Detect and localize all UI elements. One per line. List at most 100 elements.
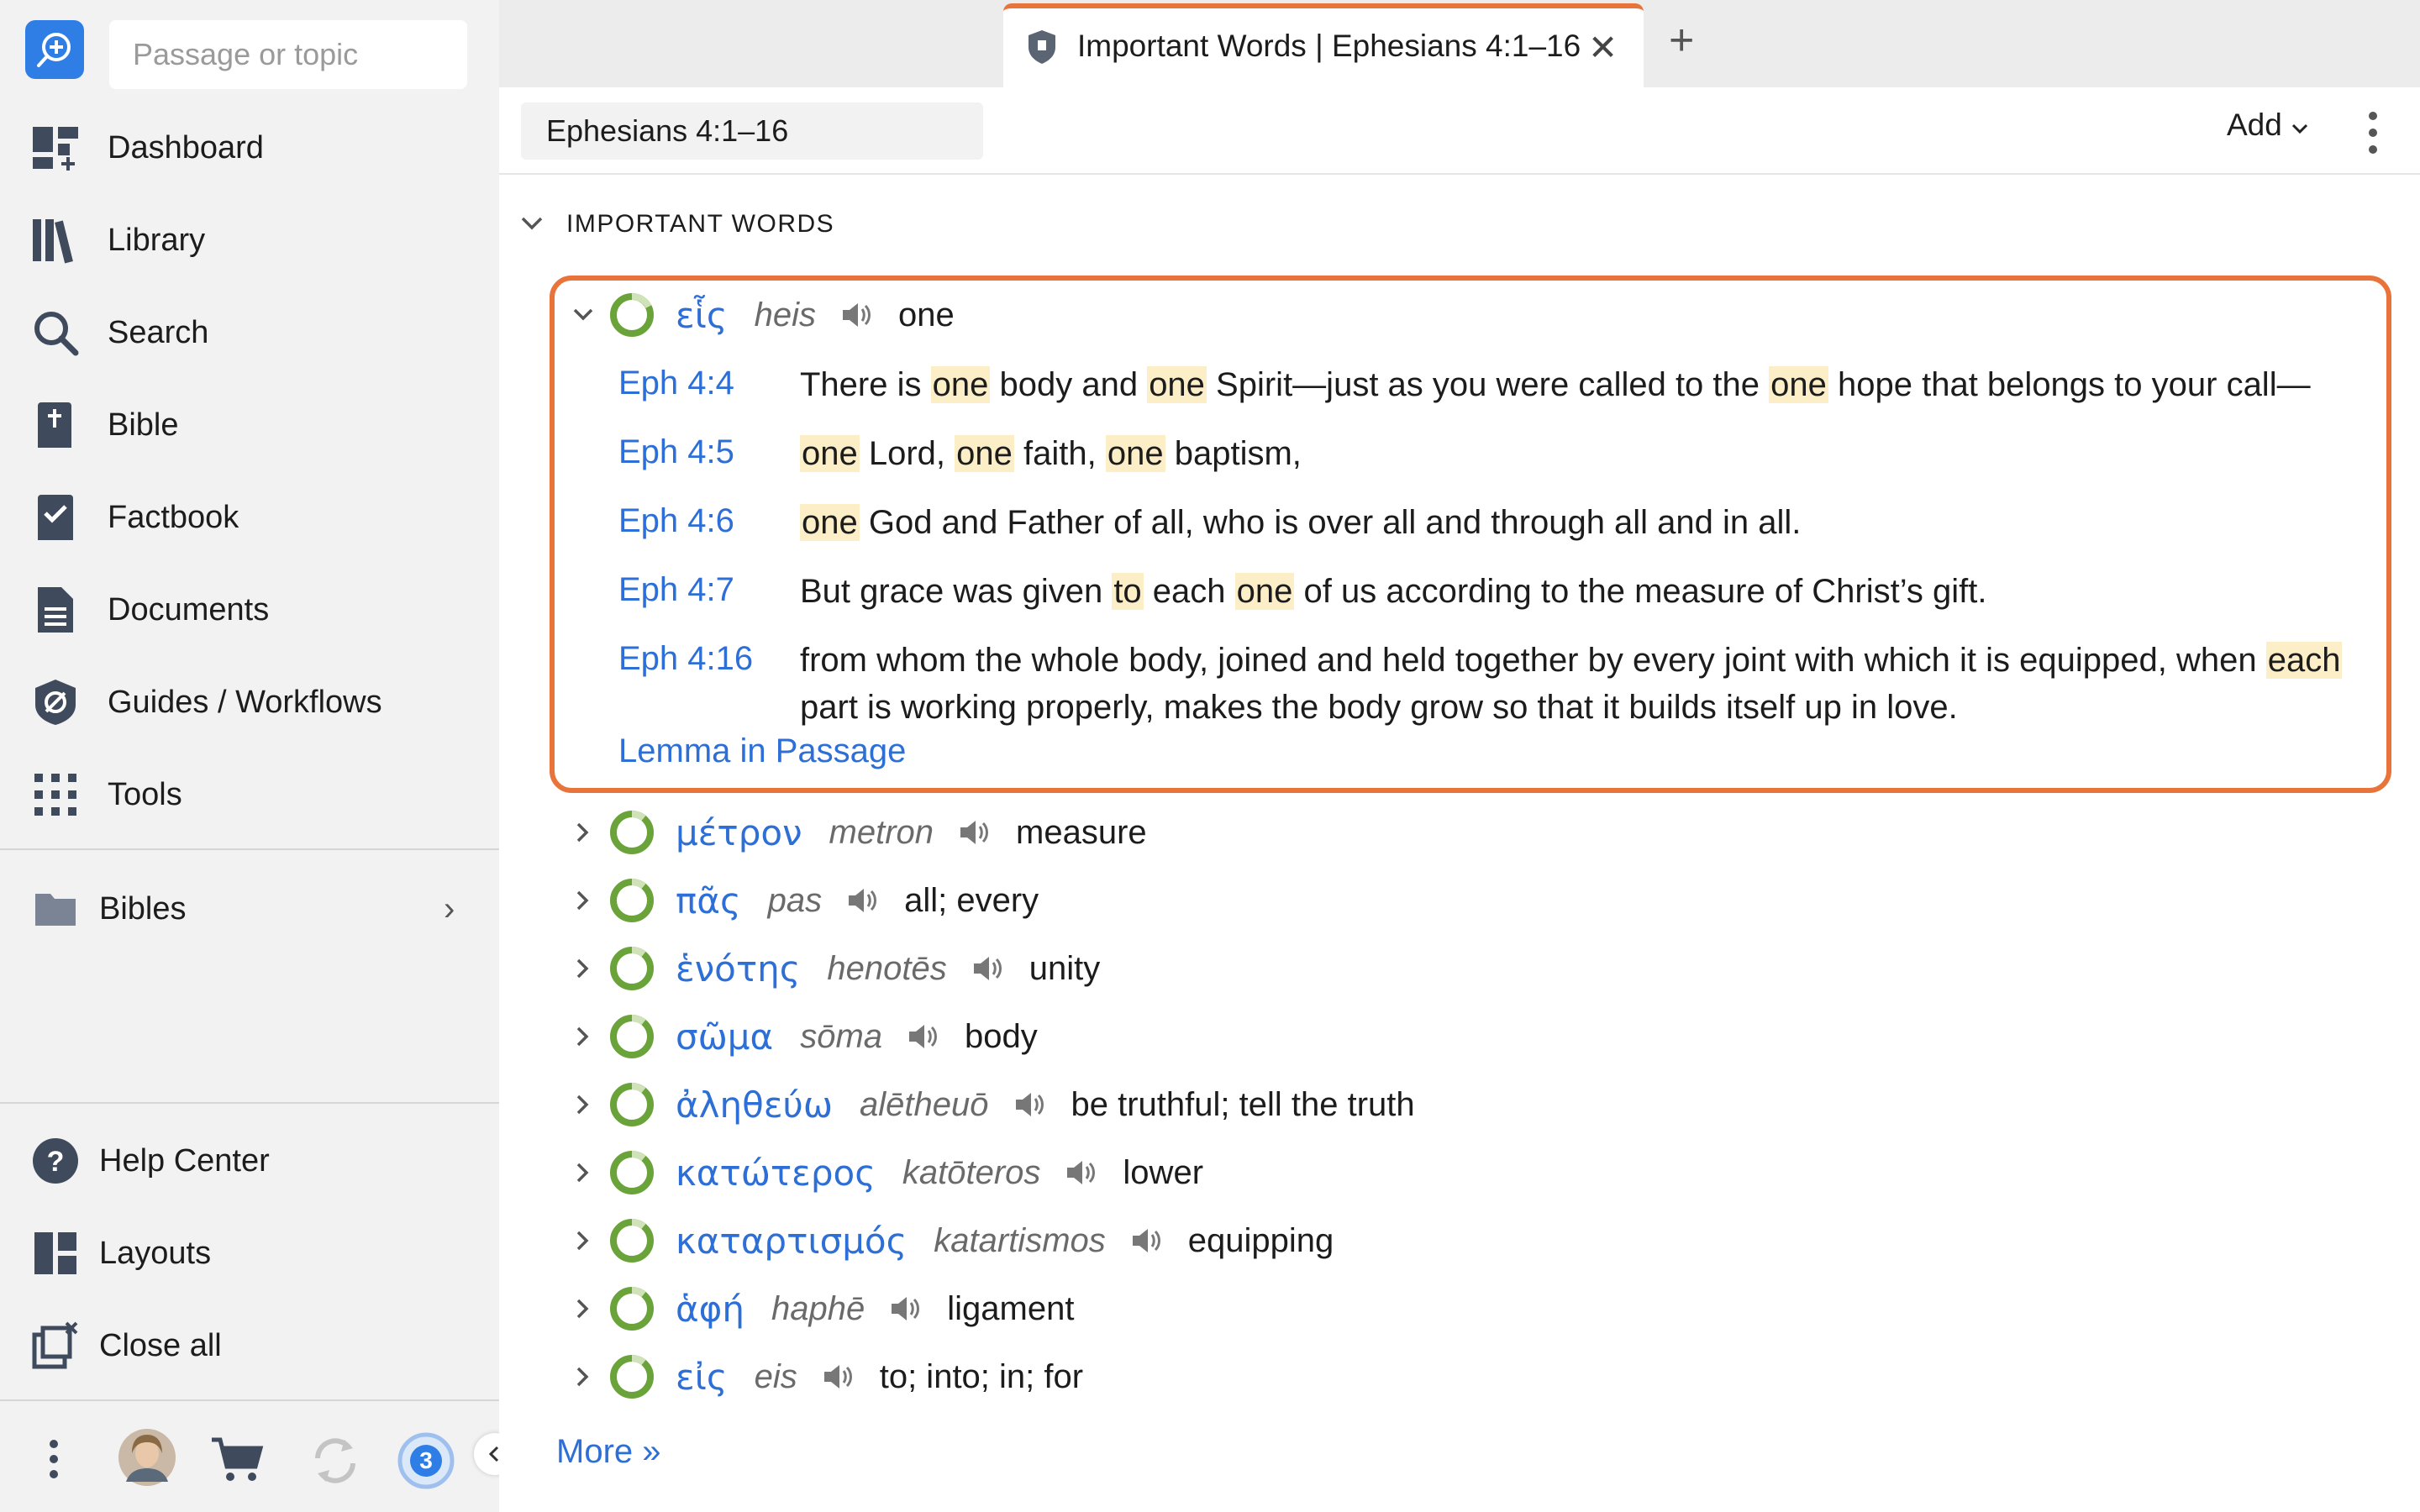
more-link[interactable]: More » bbox=[556, 1433, 661, 1471]
audio-icon[interactable] bbox=[971, 952, 1004, 985]
lemma[interactable]: εἰς bbox=[676, 1357, 728, 1398]
chevron-right-icon[interactable] bbox=[566, 1365, 600, 1389]
verse-text: one God and Father of all, who is over a… bbox=[800, 504, 1802, 541]
passage-search-input[interactable] bbox=[109, 20, 467, 89]
transliteration: alētheuō bbox=[860, 1085, 989, 1123]
verse-reference-link[interactable]: Eph 4:4 bbox=[618, 365, 734, 402]
lemma[interactable]: πᾶς bbox=[676, 880, 741, 921]
verse-reference-link[interactable]: Eph 4:6 bbox=[618, 502, 734, 540]
verse-text: one Lord, one faith, one baptism, bbox=[800, 435, 1302, 472]
close-tab-icon[interactable]: ✕ bbox=[1588, 27, 1618, 68]
more-options-icon[interactable] bbox=[45, 1438, 62, 1480]
gloss: ligament bbox=[947, 1289, 1075, 1327]
verse-text: There is one body and one Spirit—just as… bbox=[800, 366, 2311, 403]
add-label: Add bbox=[2227, 108, 2282, 142]
reference-box[interactable]: Ephesians 4:1–16 bbox=[521, 102, 983, 160]
audio-icon[interactable] bbox=[839, 298, 873, 332]
folder-icon bbox=[30, 884, 81, 934]
audio-icon[interactable] bbox=[1064, 1156, 1097, 1189]
sidebar: Dashboard Library Search Bible Factbook … bbox=[0, 0, 499, 1512]
sidebar-item-help-center[interactable]: ? Help Center bbox=[0, 1119, 499, 1203]
sidebar-item-close-all[interactable]: Close all bbox=[0, 1304, 499, 1388]
word-row[interactable]: σῶμα sōma body bbox=[566, 1007, 1038, 1066]
audio-icon[interactable] bbox=[957, 816, 991, 849]
lemma[interactable]: καταρτισμός bbox=[676, 1221, 907, 1262]
tab-important-words[interactable]: Important Words | Ephesians 4:1–16 ✕ bbox=[1003, 3, 1644, 87]
audio-icon[interactable] bbox=[845, 884, 879, 917]
lemma[interactable]: ἑνότης bbox=[676, 948, 800, 990]
lemma[interactable]: σῶμα bbox=[676, 1016, 773, 1058]
chevron-right-icon[interactable] bbox=[566, 1297, 600, 1320]
lemma-in-passage-link[interactable]: Lemma in Passage bbox=[618, 732, 906, 770]
section-title: IMPORTANT WORDS bbox=[566, 210, 835, 238]
transliteration: haphē bbox=[771, 1289, 865, 1327]
guide-panel: Ephesians 4:1–16 Add IMPORTANT WORDS εἷς… bbox=[499, 87, 2420, 1512]
chevron-right-icon[interactable] bbox=[566, 1229, 600, 1252]
chevron-right-icon[interactable] bbox=[566, 889, 600, 912]
close-all-icon bbox=[30, 1320, 81, 1371]
transliteration: katartismos bbox=[934, 1221, 1106, 1259]
audio-icon[interactable] bbox=[1013, 1088, 1046, 1121]
chevron-right-icon[interactable] bbox=[566, 1093, 600, 1116]
sidebar-item-bibles[interactable]: Bibles › bbox=[0, 867, 499, 951]
cart-icon[interactable] bbox=[210, 1436, 264, 1483]
chevron-right-icon[interactable] bbox=[566, 1025, 600, 1048]
chevron-right-icon[interactable] bbox=[566, 957, 600, 980]
layouts-icon bbox=[30, 1228, 81, 1278]
lemma[interactable]: ἀληθεύω bbox=[676, 1084, 833, 1126]
logos-icon bbox=[37, 33, 71, 67]
svg-text:?: ? bbox=[47, 1146, 65, 1178]
word-row[interactable]: καταρτισμός katartismos equipping bbox=[566, 1211, 1334, 1270]
verse-text: But grace was given to each one of us ac… bbox=[800, 573, 1987, 610]
lemma[interactable]: μέτρον bbox=[676, 812, 802, 853]
verse-reference-link[interactable]: Eph 4:16 bbox=[618, 640, 753, 678]
audio-icon[interactable] bbox=[888, 1292, 922, 1326]
sidebar-item-documents[interactable]: Documents bbox=[0, 568, 499, 652]
chevron-right-icon[interactable] bbox=[566, 1161, 600, 1184]
word-row[interactable]: πᾶς pas all; every bbox=[566, 871, 1039, 930]
lemma[interactable]: κατώτερος bbox=[676, 1152, 876, 1194]
word-row[interactable]: μέτρον metron measure bbox=[566, 803, 1147, 862]
transliteration: sōma bbox=[800, 1017, 883, 1055]
section-collapse-chevron-icon[interactable] bbox=[519, 215, 544, 232]
add-section-button[interactable]: Add bbox=[2227, 108, 2309, 143]
logos-logo[interactable] bbox=[25, 20, 84, 79]
audio-icon[interactable] bbox=[1129, 1224, 1163, 1257]
chevron-right-icon[interactable] bbox=[566, 821, 600, 844]
notification-count: 3 bbox=[419, 1447, 433, 1473]
sync-icon[interactable] bbox=[308, 1433, 363, 1488]
word-row[interactable]: ἀληθεύω alētheuō be truthful; tell the tru… bbox=[566, 1075, 1415, 1134]
sidebar-item-library[interactable]: Library bbox=[0, 198, 499, 282]
notifications-badge[interactable]: 3 bbox=[397, 1431, 455, 1490]
word-row[interactable]: ἁφή haphē ligament bbox=[566, 1279, 1074, 1338]
avatar[interactable] bbox=[118, 1428, 176, 1487]
word-row[interactable]: ἑνότης henotēs unity bbox=[566, 939, 1100, 998]
audio-icon[interactable] bbox=[821, 1360, 855, 1394]
gloss: all; every bbox=[904, 881, 1039, 919]
document-icon bbox=[30, 585, 81, 635]
verse-reference-link[interactable]: Eph 4:5 bbox=[618, 433, 734, 471]
panel-menu-icon[interactable] bbox=[2356, 108, 2390, 158]
lemma[interactable]: εἷς bbox=[676, 295, 728, 336]
transliteration: metron bbox=[829, 813, 934, 851]
sidebar-item-search[interactable]: Search bbox=[0, 291, 499, 375]
new-tab-button[interactable]: + bbox=[1669, 18, 1694, 62]
sidebar-item-bible[interactable]: Bible bbox=[0, 383, 499, 467]
word-row[interactable]: κατώτερος katōteros lower bbox=[566, 1143, 1203, 1202]
audio-icon[interactable] bbox=[906, 1020, 939, 1053]
verse-reference-link[interactable]: Eph 4:7 bbox=[618, 571, 734, 609]
sidebar-item-dashboard[interactable]: Dashboard bbox=[0, 106, 499, 190]
sidebar-divider bbox=[0, 848, 499, 850]
chevron-down-icon[interactable] bbox=[566, 307, 600, 323]
sidebar-item-guides[interactable]: Guides / Workflows bbox=[0, 660, 499, 744]
frequency-ring-icon bbox=[610, 1150, 654, 1194]
sidebar-item-tools[interactable]: Tools bbox=[0, 753, 499, 837]
gloss: unity bbox=[1028, 949, 1101, 987]
sidebar-item-layouts[interactable]: Layouts bbox=[0, 1211, 499, 1295]
tab-title: Important Words | Ephesians 4:1–16 bbox=[1077, 29, 1581, 63]
lemma[interactable]: ἁφή bbox=[676, 1289, 744, 1330]
word-row[interactable]: εἰς eis to; into; in; for bbox=[566, 1347, 1083, 1406]
transliteration: eis bbox=[754, 1357, 797, 1395]
sidebar-item-factbook[interactable]: Factbook bbox=[0, 475, 499, 559]
word-row-expanded[interactable]: εἷς heis one bbox=[566, 286, 955, 344]
